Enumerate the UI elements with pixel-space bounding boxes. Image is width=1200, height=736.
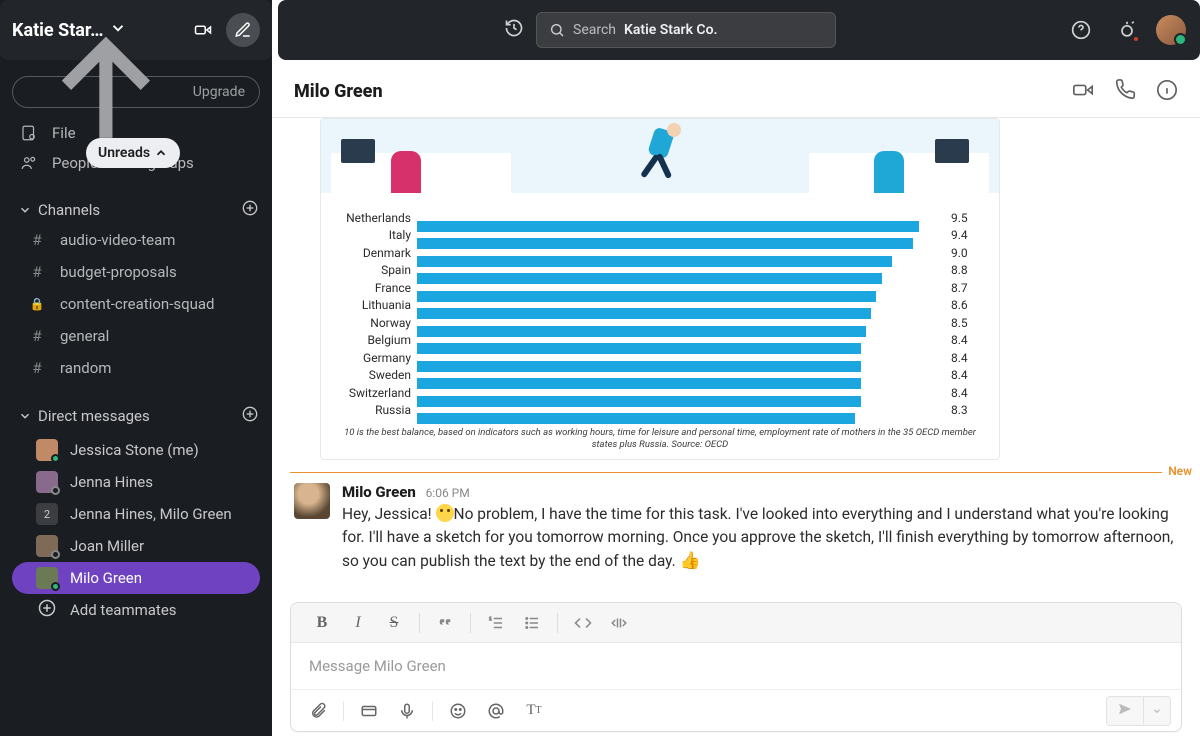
italic-button[interactable]: I bbox=[341, 608, 375, 638]
hash-icon: # bbox=[28, 359, 46, 377]
bullet-list-button[interactable] bbox=[515, 608, 549, 638]
main-area: Search Katie Stark Co. Milo Green bbox=[272, 0, 1200, 736]
add-dm-icon[interactable] bbox=[242, 406, 258, 426]
hash-icon: # bbox=[28, 327, 46, 345]
avatar bbox=[36, 471, 58, 493]
svg-text:1: 1 bbox=[489, 616, 491, 621]
channel-budget-proposals[interactable]: #budget-proposals bbox=[0, 256, 272, 288]
message: Milo Green 6:06 PM Hey, Jessica! No prob… bbox=[272, 473, 1200, 581]
video-icon[interactable] bbox=[186, 13, 220, 47]
strike-button[interactable]: S bbox=[377, 608, 411, 638]
compose-input[interactable]: Message Milo Green bbox=[291, 643, 1181, 689]
message-composer: B I S 1 Message Milo Green bbox=[290, 602, 1182, 732]
add-teammates[interactable]: Add teammates bbox=[12, 594, 260, 626]
code-button[interactable] bbox=[566, 608, 600, 638]
upgrade-label: Upgrade bbox=[193, 84, 245, 100]
chart-row: Netherlands9.5 bbox=[331, 209, 979, 227]
bold-button[interactable]: B bbox=[305, 608, 339, 638]
group-count: 2 bbox=[36, 503, 58, 525]
conversation-name[interactable]: Milo Green bbox=[294, 81, 383, 102]
conversation-header: Milo Green bbox=[272, 66, 1200, 118]
composer-actions: TT bbox=[291, 689, 1181, 731]
help-icon[interactable] bbox=[1064, 13, 1098, 47]
lock-icon: 🔒 bbox=[28, 297, 46, 311]
file-label: File bbox=[52, 124, 76, 142]
image-attachment[interactable]: Netherlands9.5Italy9.4Denmark9.0Spain8.8… bbox=[320, 118, 1000, 460]
info-icon[interactable] bbox=[1156, 79, 1178, 105]
dms-header[interactable]: Direct messages bbox=[0, 398, 272, 430]
video-clip-icon[interactable] bbox=[352, 696, 386, 726]
top-bar: Search Katie Stark Co. bbox=[278, 0, 1200, 60]
message-body: Hey, Jessica! No problem, I have the tim… bbox=[342, 503, 1178, 575]
message-pane: Netherlands9.5Italy9.4Denmark9.0Spain8.8… bbox=[272, 118, 1200, 736]
user-avatar[interactable] bbox=[1156, 15, 1186, 45]
send-button[interactable] bbox=[1106, 696, 1171, 726]
sidebar: Katie Star… Upgrade File People & user g… bbox=[0, 0, 272, 736]
search-input[interactable]: Search Katie Stark Co. bbox=[536, 12, 836, 48]
format-toolbar: B I S 1 bbox=[291, 603, 1181, 643]
phone-call-icon[interactable] bbox=[1114, 79, 1136, 105]
avatar bbox=[36, 439, 58, 461]
hash-icon: # bbox=[28, 263, 46, 281]
dm-milo-green[interactable]: Milo Green bbox=[12, 562, 260, 594]
channels-header[interactable]: Channels bbox=[0, 192, 272, 224]
smile-emoji bbox=[436, 504, 454, 522]
thumbs-up-emoji: 👍 bbox=[680, 549, 701, 575]
text-format-icon[interactable]: TT bbox=[517, 696, 551, 726]
dm-jenna-hines-milo-green[interactable]: 2Jenna Hines, Milo Green bbox=[12, 498, 260, 530]
mention-icon[interactable] bbox=[479, 696, 513, 726]
send-options-icon[interactable] bbox=[1143, 697, 1170, 724]
message-time: 6:06 PM bbox=[426, 486, 470, 500]
history-icon[interactable] bbox=[504, 18, 524, 42]
compose-icon[interactable] bbox=[226, 13, 260, 47]
chart: Netherlands9.5Italy9.4Denmark9.0Spain8.8… bbox=[321, 193, 999, 421]
message-author[interactable]: Milo Green bbox=[342, 483, 416, 501]
chart-footnote: 10 is the best balance, based on indicat… bbox=[321, 421, 999, 453]
attachment-illustration bbox=[321, 119, 999, 193]
avatar bbox=[36, 535, 58, 557]
activity-icon[interactable] bbox=[1110, 13, 1144, 47]
dm-jessica-stone-me-[interactable]: Jessica Stone (me) bbox=[12, 434, 260, 466]
upgrade-button[interactable]: Upgrade bbox=[12, 76, 260, 108]
sender-avatar[interactable] bbox=[294, 483, 330, 519]
emoji-icon[interactable] bbox=[441, 696, 475, 726]
ordered-list-button[interactable]: 1 bbox=[479, 608, 513, 638]
channel-content-creation-squad[interactable]: 🔒content-creation-squad bbox=[0, 288, 272, 320]
quote-button[interactable] bbox=[428, 608, 462, 638]
hash-icon: # bbox=[28, 231, 46, 249]
channel-random[interactable]: #random bbox=[0, 352, 272, 384]
add-channel-icon[interactable] bbox=[242, 200, 258, 220]
channel-audio-video-team[interactable]: #audio-video-team bbox=[0, 224, 272, 256]
plus-icon bbox=[36, 599, 58, 621]
video-call-icon[interactable] bbox=[1072, 79, 1094, 105]
avatar bbox=[36, 567, 58, 589]
dm-jenna-hines[interactable]: Jenna Hines bbox=[12, 466, 260, 498]
channel-general[interactable]: #general bbox=[0, 320, 272, 352]
new-divider: New bbox=[290, 472, 1182, 473]
attach-icon[interactable] bbox=[301, 696, 335, 726]
codeblock-button[interactable] bbox=[602, 608, 636, 638]
dm-joan-miller[interactable]: Joan Miller bbox=[12, 530, 260, 562]
audio-clip-icon[interactable] bbox=[390, 696, 424, 726]
unreads-pill[interactable]: Unreads bbox=[86, 138, 180, 168]
